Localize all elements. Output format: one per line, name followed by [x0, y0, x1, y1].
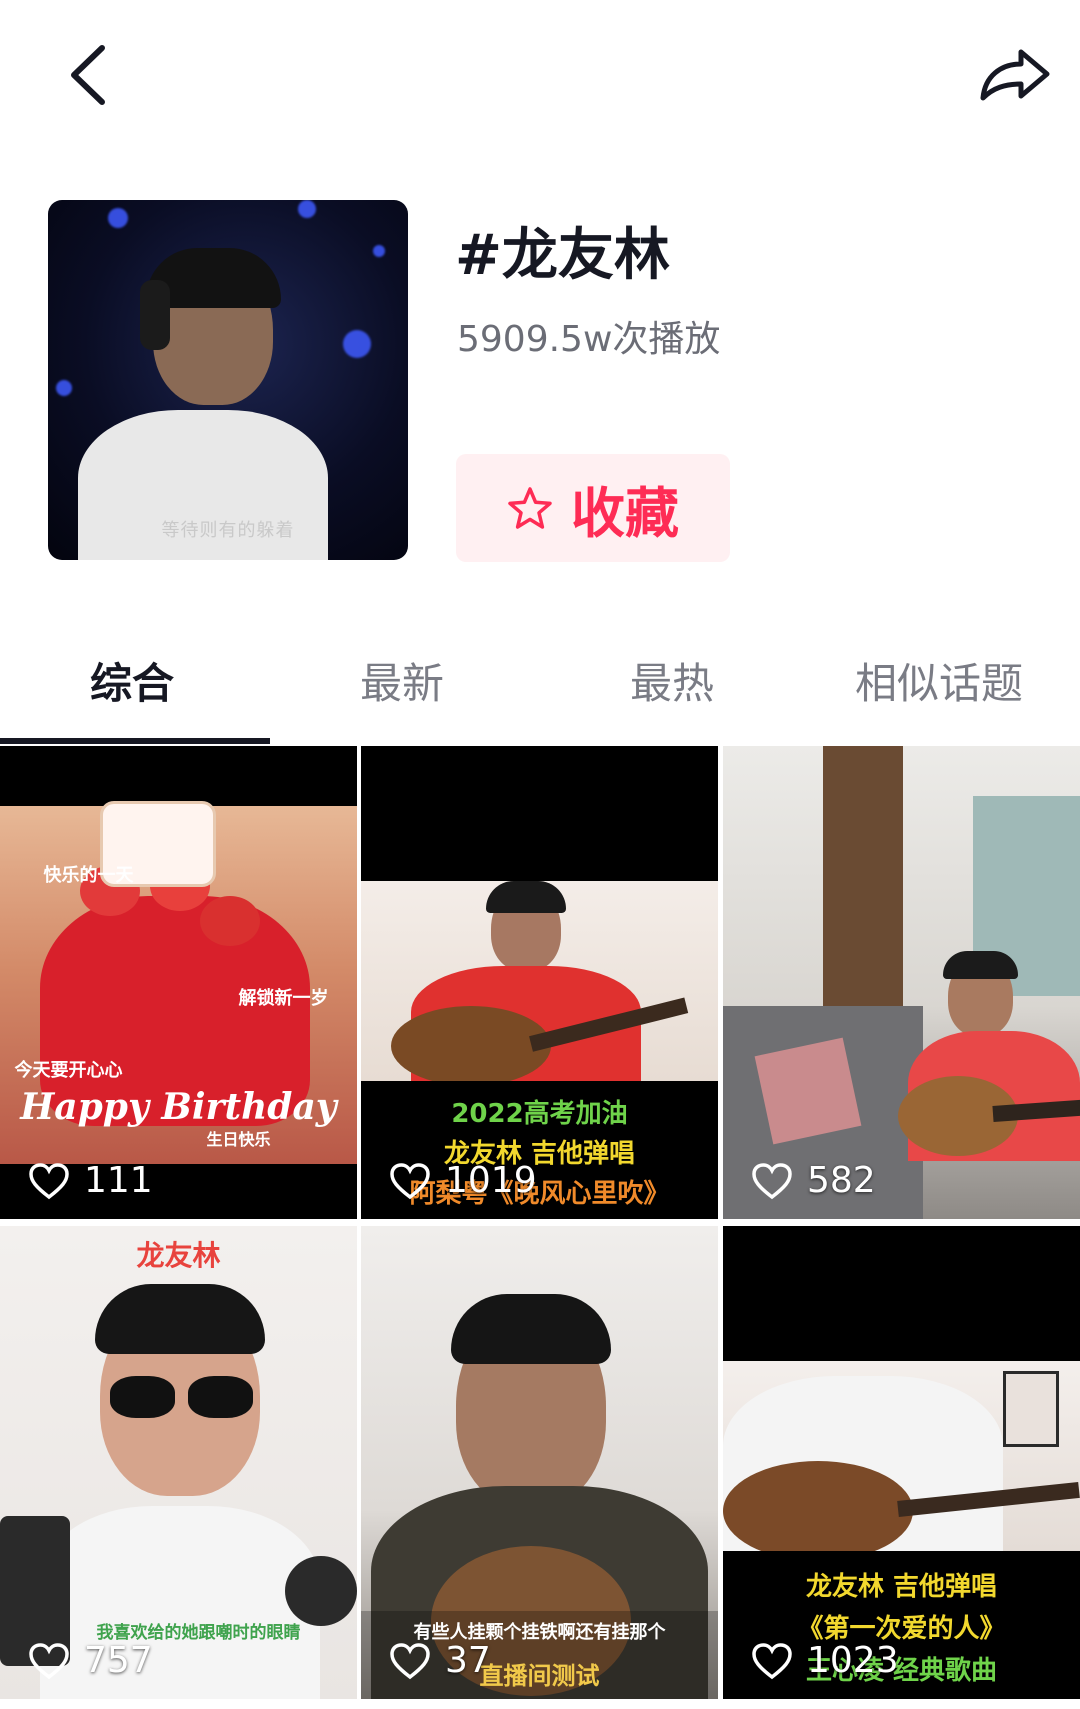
video-card[interactable]: 582: [723, 746, 1080, 1219]
heart-icon: [390, 1642, 430, 1679]
like-count: 1019: [389, 1160, 537, 1201]
video-caption: 解锁新一岁: [238, 988, 329, 1009]
play-count: 5909.5w次播放: [457, 319, 721, 360]
star-outline-icon: [508, 487, 552, 529]
tab-hottest[interactable]: 最热: [630, 650, 714, 720]
favorite-label: 收藏: [571, 481, 679, 545]
top-bar: [0, 0, 1080, 160]
heart-icon: [390, 1162, 430, 1199]
like-count: 582: [751, 1160, 876, 1201]
cover-caption: 等待则有的躲着: [161, 520, 295, 541]
video-card[interactable]: 快乐的一天 解锁新一岁 今天要开心心 Happy Birthday 生日快乐 1…: [0, 746, 357, 1219]
tab-latest[interactable]: 最新: [360, 650, 444, 720]
back-button[interactable]: [62, 40, 122, 110]
heart-icon: [752, 1162, 792, 1199]
topic-tabs: 综合 最新 最热 相似话题: [0, 605, 1080, 745]
favorite-button[interactable]: 收藏: [456, 454, 730, 562]
video-caption: 快乐的一天: [43, 865, 134, 886]
topic-cover-image: 等待则有的躲着: [48, 200, 408, 560]
active-tab-indicator: [0, 738, 270, 744]
topic-header: 等待则有的躲着 #龙友林 5909.5w次播放 收藏: [0, 200, 1080, 570]
video-caption: Happy Birthday: [20, 1086, 337, 1128]
like-count: 111: [28, 1160, 153, 1201]
topic-title: #龙友林: [455, 223, 670, 288]
video-card[interactable]: 有些人挂颗个挂铁啊还有挂那个 直播间测试 37: [361, 1226, 718, 1699]
like-count: 37: [389, 1640, 491, 1681]
chevron-left-icon: [71, 45, 105, 105]
tab-similar-topics[interactable]: 相似话题: [855, 650, 1023, 720]
heart-icon: [752, 1642, 792, 1679]
share-arrow-icon: [980, 49, 1050, 101]
heart-icon: [29, 1162, 69, 1199]
video-caption: 龙友林: [136, 1239, 221, 1272]
share-button[interactable]: [975, 40, 1055, 110]
tab-comprehensive[interactable]: 综合: [90, 650, 174, 720]
video-card[interactable]: 龙友林 吉他弹唱 《第一次爱的人》 王心凌 经典歌曲 1023: [723, 1226, 1080, 1699]
video-caption: 今天要开心心: [14, 1060, 123, 1081]
video-caption: 生日快乐: [206, 1130, 271, 1149]
video-card[interactable]: 龙友林 我喜欢给的她跟嘲时的眼睛 757: [0, 1226, 357, 1699]
heart-icon: [29, 1642, 69, 1679]
video-caption: 龙友林 吉他弹唱: [805, 1572, 998, 1602]
video-caption: 2022高考加油: [451, 1099, 628, 1129]
like-count: 1023: [751, 1640, 899, 1681]
video-card[interactable]: 2022高考加油 龙友林 吉他弹唱 阿梨粤《晚风心里吹》 1019: [361, 746, 718, 1219]
like-count: 757: [28, 1640, 153, 1681]
